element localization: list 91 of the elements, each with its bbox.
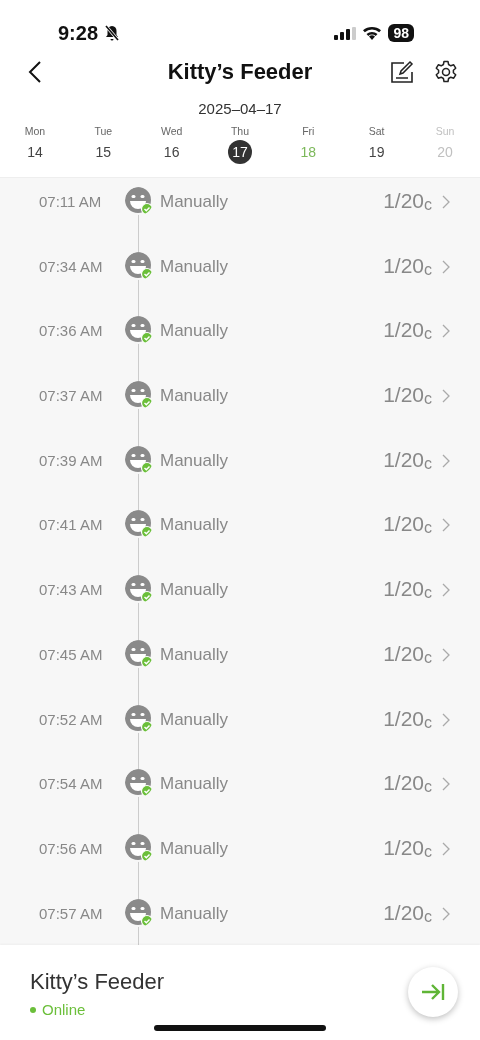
settings-icon[interactable]: [434, 60, 458, 84]
feeding-time: 07:11 AM: [39, 193, 103, 210]
feeding-row[interactable]: 07:11 AM Manually 1/20c: [0, 187, 480, 252]
chevron-right-icon: [442, 518, 450, 533]
feeding-amount: 1/20: [383, 512, 424, 537]
feeding-method: Manually: [160, 644, 230, 665]
feeding-time: 07:34 AM: [39, 257, 104, 275]
feeding-row[interactable]: 07:34 AM Manually 1/20c: [0, 251, 480, 317]
device-name: Kitty’s Feeder: [30, 969, 165, 995]
amount-unit: c: [424, 713, 432, 732]
feeding-amount: 1/20: [383, 771, 424, 796]
feeding-row[interactable]: 07:45 AM Manually 1/20c: [0, 639, 480, 705]
amount-unit: c: [424, 842, 432, 861]
feeding-method: Manually: [160, 515, 230, 536]
wifi-icon: [362, 26, 383, 40]
feeding-row[interactable]: 07:56 AM Manually 1/20c: [0, 833, 480, 899]
feeding-time: 07:54 AM: [39, 775, 104, 793]
chevron-right-icon: [442, 389, 450, 404]
feeding-row[interactable]: 07:43 AM Manually 1/20c: [0, 575, 480, 640]
amount-unit: c: [424, 519, 432, 538]
feeding-method: Manually: [160, 903, 230, 924]
chevron-right-icon: [442, 841, 450, 856]
feeding-row[interactable]: 07:54 AM Manually 1/20c: [0, 769, 480, 834]
feeding-amount: 1/20: [383, 253, 424, 278]
feeding-amount: 1/20: [383, 577, 424, 602]
day-tab[interactable]: Mon 14: [14, 125, 56, 177]
edit-icon[interactable]: [390, 60, 414, 84]
feeding-amount: 1/20: [383, 706, 424, 731]
feeding-time: 07:56 AM: [39, 839, 104, 857]
chevron-right-icon: [442, 777, 450, 792]
device-status: Online: [42, 1001, 86, 1018]
amount-unit: c: [424, 778, 432, 797]
feeding-amount: 1/20: [383, 900, 424, 925]
day-tab[interactable]: Sat 19: [355, 125, 398, 177]
feeding-row[interactable]: 07:39 AM Manually 1/20c: [0, 445, 480, 511]
amount-unit: c: [424, 325, 432, 344]
feeding-amount: 1/20: [383, 641, 424, 666]
arrow-to-bar-icon: [420, 982, 446, 1002]
feeding-method: Manually: [160, 450, 230, 471]
feeding-time: 07:41 AM: [39, 516, 104, 534]
collapse-button[interactable]: [408, 967, 458, 1017]
feeding-method: Manually: [160, 256, 230, 277]
amount-unit: c: [424, 454, 432, 473]
amount-unit: c: [424, 196, 432, 214]
chevron-right-icon: [442, 195, 450, 209]
amount-unit: c: [424, 648, 432, 667]
feeding-time: 07:37 AM: [39, 387, 104, 405]
signal-icon: [334, 26, 357, 40]
back-button[interactable]: [28, 61, 42, 83]
day-tab[interactable]: Fri 18: [287, 125, 330, 177]
chevron-right-icon: [442, 324, 450, 339]
feeding-time: 07:43 AM: [39, 581, 104, 599]
feeding-method: Manually: [160, 192, 230, 212]
feeding-method: Manually: [160, 321, 230, 342]
feeding-amount: 1/20: [383, 447, 424, 472]
chevron-right-icon: [442, 647, 450, 662]
feeding-amount: 1/20: [383, 835, 424, 860]
amount-unit: c: [424, 584, 432, 603]
feeding-time: 07:36 AM: [39, 322, 104, 340]
selected-date: 2025–04–17: [198, 99, 282, 117]
feeding-row[interactable]: 07:52 AM Manually 1/20c: [0, 704, 480, 770]
feeding-time: 07:57 AM: [39, 904, 104, 922]
feeding-row[interactable]: 07:37 AM Manually 1/20c: [0, 381, 480, 446]
feeding-time: 07:52 AM: [39, 710, 104, 728]
amount-unit: c: [424, 907, 432, 926]
feeding-time: 07:39 AM: [39, 451, 104, 469]
feeding-method: Manually: [160, 774, 230, 795]
feeding-row[interactable]: 07:36 AM Manually 1/20c: [0, 316, 480, 382]
chevron-right-icon: [442, 259, 450, 274]
chevron-right-icon: [442, 712, 450, 727]
amount-unit: c: [424, 390, 432, 409]
chevron-right-icon: [442, 583, 450, 598]
page-title: Kitty’s Feeder: [167, 59, 313, 85]
feeding-amount: 1/20: [383, 383, 424, 408]
feeding-time: 07:45 AM: [39, 645, 104, 663]
day-tab[interactable]: Tue 15: [82, 125, 125, 177]
feeding-amount: 1/20: [383, 189, 424, 213]
feeding-row[interactable]: 07:41 AM Manually 1/20c: [0, 510, 480, 576]
feeding-method: Manually: [160, 838, 230, 859]
battery-level: 98: [388, 24, 414, 42]
amount-unit: c: [424, 260, 432, 279]
day-tab[interactable]: Thu 17: [219, 125, 261, 177]
feeding-method: Manually: [160, 580, 230, 601]
feeding-method: Manually: [160, 386, 230, 407]
chevron-right-icon: [442, 906, 450, 921]
feeding-row[interactable]: 07:57 AM Manually 1/20c: [0, 898, 480, 945]
feeding-amount: 1/20: [383, 318, 424, 343]
day-tab[interactable]: Wed 16: [150, 125, 193, 177]
chevron-right-icon: [442, 453, 450, 468]
clock-time: 9:28: [58, 21, 99, 45]
feeding-method: Manually: [160, 709, 230, 730]
